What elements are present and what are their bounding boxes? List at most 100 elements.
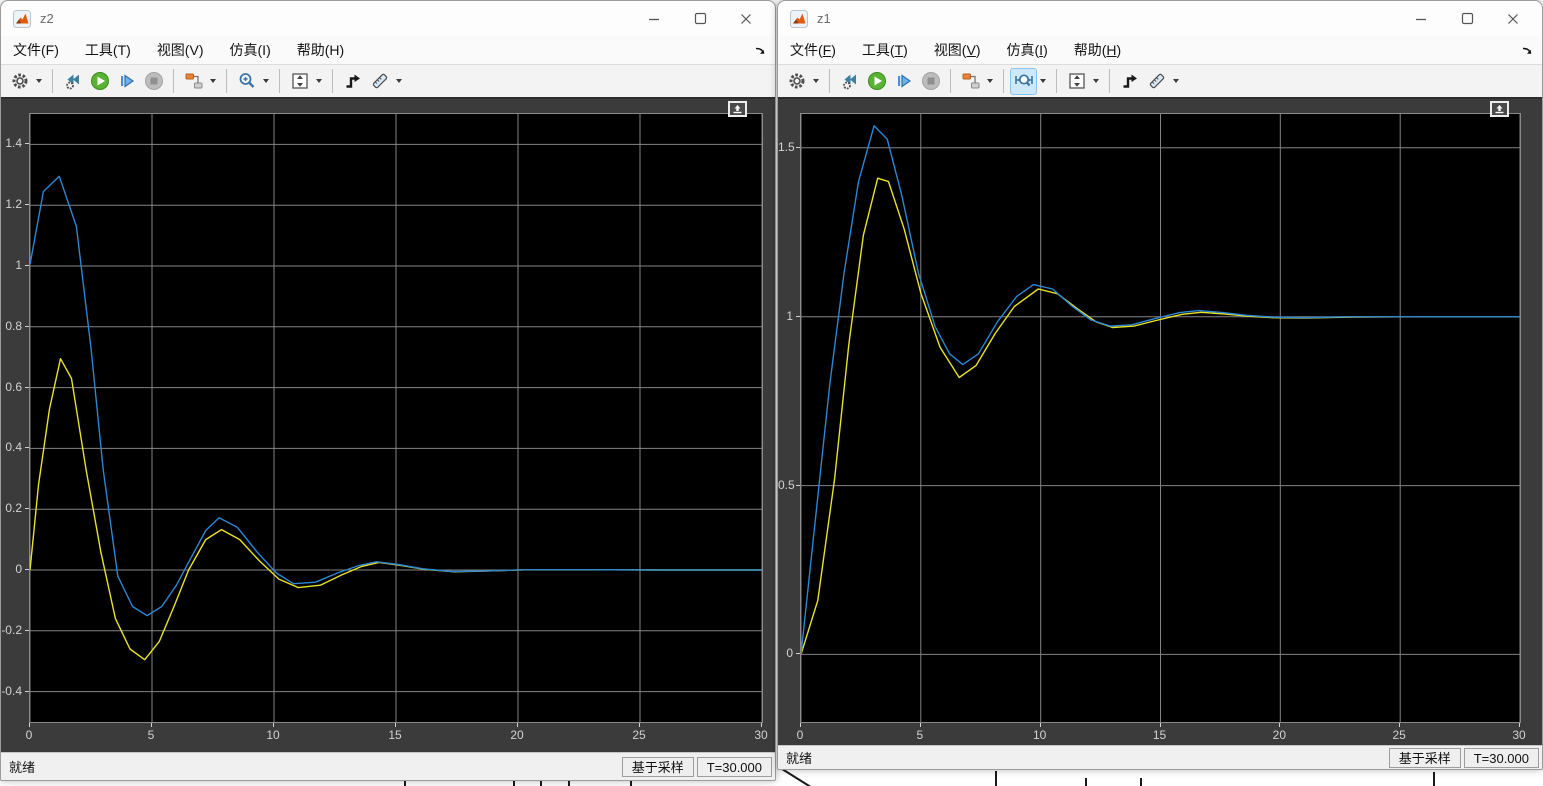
window-title: z2: [40, 11, 631, 26]
menu-help[interactable]: 帮助(H): [1072, 38, 1123, 62]
titlebar[interactable]: z2: [1, 1, 775, 36]
run-icon[interactable]: [863, 68, 890, 95]
minimize-button[interactable]: [631, 4, 677, 34]
plot-canvas-z2[interactable]: [29, 113, 763, 723]
step-forward-icon[interactable]: [890, 68, 917, 95]
measurements-icon[interactable]: [366, 68, 393, 95]
chart-svg: [30, 114, 762, 722]
zoom-x-icon[interactable]: [1010, 68, 1037, 95]
settings-gear-icon[interactable]: [6, 68, 33, 95]
zoom-dropdown-caret[interactable]: [263, 79, 269, 83]
x-tick-label: 25: [1387, 728, 1411, 742]
fit-dropdown-caret[interactable]: [316, 79, 322, 83]
stop-icon[interactable]: [917, 68, 944, 95]
run-icon[interactable]: [86, 68, 113, 95]
highlight-dropdown-caret[interactable]: [987, 79, 993, 83]
x-tick-mark: [151, 723, 152, 727]
statusbar: 就绪 基于采样 T=30.000: [778, 745, 1542, 769]
matlab-scope-icon: [13, 10, 31, 28]
highlight-signal-icon[interactable]: [180, 68, 207, 95]
menu-simulation[interactable]: 仿真(I): [228, 38, 273, 62]
x-tick-mark: [1519, 723, 1520, 727]
fit-to-view-icon[interactable]: [1063, 68, 1090, 95]
background-model-fragment: [781, 768, 816, 786]
x-tick-mark: [29, 723, 30, 727]
y-tick-mark: [25, 143, 29, 144]
x-tick-mark: [800, 723, 801, 727]
toolbar: [778, 65, 1542, 99]
window-title: z1: [817, 11, 1398, 26]
x-tick-mark: [639, 723, 640, 727]
chart-svg: [801, 114, 1520, 722]
status-sample-mode: 基于采样: [622, 757, 694, 777]
menu-view[interactable]: 视图(V): [155, 38, 206, 62]
trigger-icon[interactable]: [339, 68, 366, 95]
menu-tools[interactable]: 工具(T): [860, 38, 910, 62]
menu-simulation[interactable]: 仿真(I): [1005, 38, 1050, 62]
highlight-dropdown-caret[interactable]: [210, 79, 216, 83]
plot-frame: 1.41.210.80.60.40.20-0.2-0.4051015202530: [1, 99, 775, 754]
step-back-icon[interactable]: [59, 68, 86, 95]
x-tick-label: 10: [261, 728, 285, 742]
menu-overflow-icon[interactable]: [1521, 44, 1535, 60]
y-tick-mark: [25, 326, 29, 327]
matlab-scope-icon: [790, 10, 808, 28]
y-tick-label: 0: [1, 562, 22, 576]
status-sim-time: T=30.000: [697, 757, 772, 777]
menu-overflow-icon[interactable]: [754, 44, 768, 60]
minimize-button[interactable]: [1398, 4, 1444, 34]
stop-icon[interactable]: [140, 68, 167, 95]
plot-canvas-z1[interactable]: [800, 113, 1521, 723]
y-tick-label: 0.8: [1, 319, 22, 333]
fit-dropdown-caret[interactable]: [1093, 79, 1099, 83]
titlebar[interactable]: z1: [778, 1, 1542, 36]
menu-file[interactable]: 文件(F): [788, 38, 838, 62]
highlight-signal-icon[interactable]: [957, 68, 984, 95]
zoom-dropdown-caret[interactable]: [1040, 79, 1046, 83]
measurements-icon[interactable]: [1143, 68, 1170, 95]
close-button[interactable]: [723, 4, 769, 34]
y-tick-label: 1: [778, 309, 793, 323]
settings-dropdown-caret[interactable]: [36, 79, 42, 83]
x-tick-mark: [1399, 723, 1400, 727]
menu-file[interactable]: 文件(F): [11, 38, 61, 62]
y-tick-mark: [25, 508, 29, 509]
x-tick-label: 20: [1267, 728, 1291, 742]
background-model-fragment: [1140, 778, 1142, 786]
y-tick-label: 0.5: [778, 478, 793, 492]
x-tick-label: 10: [1028, 728, 1052, 742]
x-tick-mark: [517, 723, 518, 727]
step-forward-icon[interactable]: [113, 68, 140, 95]
measurements-dropdown-caret[interactable]: [1173, 79, 1179, 83]
expand-plot-button[interactable]: [1490, 101, 1509, 117]
status-sample-mode: 基于采样: [1389, 748, 1461, 768]
y-tick-mark: [25, 630, 29, 631]
settings-dropdown-caret[interactable]: [813, 79, 819, 83]
background-model-fragment: [995, 771, 997, 786]
y-tick-label: 0.4: [1, 440, 22, 454]
y-tick-label: 0: [778, 646, 793, 660]
maximize-button[interactable]: [677, 4, 723, 34]
y-tick-mark: [25, 387, 29, 388]
trigger-icon[interactable]: [1116, 68, 1143, 95]
zoom-in-icon[interactable]: [233, 68, 260, 95]
fit-to-view-icon[interactable]: [286, 68, 313, 95]
x-tick-label: 5: [139, 728, 163, 742]
close-button[interactable]: [1490, 4, 1536, 34]
menu-tools[interactable]: 工具(T): [83, 38, 133, 62]
expand-plot-button[interactable]: [728, 101, 747, 117]
x-tick-mark: [1160, 723, 1161, 727]
x-tick-label: 15: [1148, 728, 1172, 742]
x-tick-label: 0: [788, 728, 812, 742]
step-back-icon[interactable]: [836, 68, 863, 95]
status-sim-time: T=30.000: [1464, 748, 1539, 768]
settings-gear-icon[interactable]: [783, 68, 810, 95]
toolbar: [1, 65, 775, 99]
menu-view[interactable]: 视图(V): [932, 38, 983, 62]
scope-window-z1: z1 文件(F) 工具(T) 视图(V) 仿真(I) 帮助(H): [777, 0, 1543, 770]
y-tick-mark: [796, 485, 800, 486]
measurements-dropdown-caret[interactable]: [396, 79, 402, 83]
y-tick-label: -0.4: [1, 684, 22, 698]
maximize-button[interactable]: [1444, 4, 1490, 34]
menu-help[interactable]: 帮助(H): [295, 38, 346, 62]
